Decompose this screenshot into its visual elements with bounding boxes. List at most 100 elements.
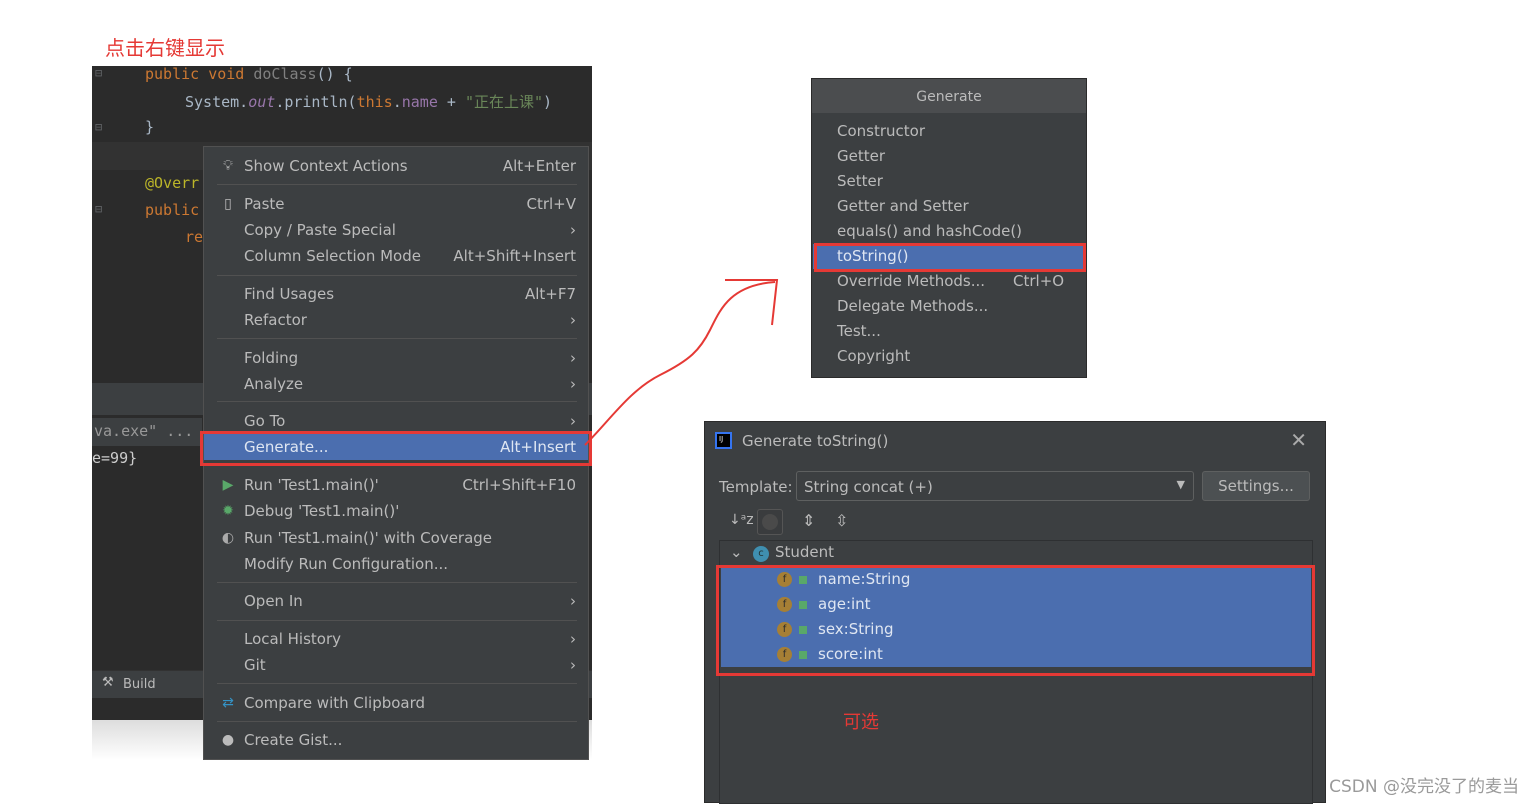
menu-label: Column Selection Mode bbox=[244, 247, 421, 265]
fold-icon[interactable]: ⊟ bbox=[95, 202, 102, 216]
chevron-down-icon[interactable]: ⌄ bbox=[730, 543, 743, 561]
show-classes-toggle[interactable] bbox=[757, 509, 783, 535]
generate-item-equals-hashcode[interactable]: equals() and hashCode() bbox=[813, 219, 1085, 244]
menu-item-show-context-actions[interactable]: 💡︎ Show Context Actions Alt+Enter bbox=[204, 153, 588, 179]
menu-label: Analyze bbox=[244, 375, 304, 393]
collapse-all-icon[interactable]: ⇳ bbox=[835, 511, 848, 530]
fold-icon[interactable]: ⊟ bbox=[95, 120, 102, 134]
watermark: CSDN @没完没了的麦当 bbox=[1329, 777, 1519, 797]
menu-item-refactor[interactable]: Refactor › bbox=[204, 307, 588, 333]
template-value: String concat (+) bbox=[804, 478, 933, 496]
generate-item-copyright[interactable]: Copyright bbox=[813, 344, 1085, 369]
menu-label: Run 'Test1.main()' with Coverage bbox=[244, 529, 493, 547]
menu-item-modify-run-configuration[interactable]: Modify Run Configuration... bbox=[204, 551, 588, 577]
menu-label: Create Gist... bbox=[244, 731, 343, 749]
menu-label: Compare with Clipboard bbox=[244, 694, 426, 712]
class-icon bbox=[762, 514, 778, 530]
class-name: Student bbox=[775, 543, 835, 561]
menu-item-run-with-coverage[interactable]: ◐ Run 'Test1.main()' with Coverage bbox=[204, 525, 588, 551]
menu-shortcut: Alt+F7 bbox=[524, 285, 576, 303]
code-line: @Overr bbox=[145, 174, 200, 192]
popup-title: Generate bbox=[812, 79, 1086, 113]
item-shortcut: Ctrl+O bbox=[1013, 272, 1065, 290]
menu-item-debug[interactable]: ✹ Debug 'Test1.main()' bbox=[204, 498, 588, 524]
fold-icon[interactable]: ⊟ bbox=[95, 66, 102, 80]
highlight-box bbox=[200, 431, 592, 466]
menu-item-open-in[interactable]: Open In › bbox=[204, 588, 588, 614]
menu-item-run[interactable]: ▶ Run 'Test1.main()' Ctrl+Shift+F10 bbox=[204, 472, 588, 498]
menu-label: Folding bbox=[244, 349, 299, 367]
generate-item-getter[interactable]: Getter bbox=[813, 144, 1085, 169]
menu-label: Debug 'Test1.main()' bbox=[244, 502, 400, 520]
chevron-right-icon: › bbox=[570, 592, 576, 610]
generate-item-test[interactable]: Test... bbox=[813, 319, 1085, 344]
menu-label: Local History bbox=[244, 630, 342, 648]
menu-item-column-selection-mode[interactable]: Column Selection Mode Alt+Shift+Insert bbox=[204, 243, 588, 269]
menu-item-find-usages[interactable]: Find Usages Alt+F7 bbox=[204, 281, 588, 307]
menu-label: Find Usages bbox=[244, 285, 335, 303]
generate-item-delegate-methods[interactable]: Delegate Methods... bbox=[813, 294, 1085, 319]
menu-shortcut: Ctrl+V bbox=[526, 195, 576, 213]
generate-item-override-methods[interactable]: Override Methods... Ctrl+O bbox=[813, 269, 1085, 294]
menu-item-local-history[interactable]: Local History › bbox=[204, 626, 588, 652]
menu-item-copy-paste-special[interactable]: Copy / Paste Special › bbox=[204, 217, 588, 243]
run-icon: ▶ bbox=[222, 477, 234, 493]
separator bbox=[217, 401, 577, 402]
template-dropdown[interactable]: String concat (+) ▼ bbox=[796, 471, 1194, 501]
chevron-right-icon: › bbox=[570, 656, 576, 674]
hammer-icon: ⚒ bbox=[102, 675, 114, 690]
highlight-box bbox=[814, 243, 1086, 272]
menu-label: Paste bbox=[244, 195, 285, 213]
console-output: e=99} bbox=[92, 449, 138, 467]
menu-item-compare-with-clipboard[interactable]: ⇄ Compare with Clipboard bbox=[204, 690, 588, 716]
menu-label: Git bbox=[244, 656, 266, 674]
optional-note: 可选 bbox=[843, 712, 879, 733]
right-click-note: 点击右键显示 bbox=[105, 36, 225, 60]
clipboard-icon: ▯ bbox=[224, 196, 232, 212]
menu-label: Show Context Actions bbox=[244, 157, 408, 175]
code-line: public void doClass() { bbox=[145, 66, 353, 83]
separator bbox=[217, 184, 577, 185]
close-icon[interactable]: ✕ bbox=[1290, 428, 1307, 452]
highlight-box bbox=[716, 565, 1315, 676]
template-label: Template: bbox=[719, 478, 793, 496]
menu-item-git[interactable]: Git › bbox=[204, 652, 588, 678]
separator bbox=[217, 620, 577, 621]
bulb-icon: 💡︎ bbox=[223, 158, 233, 174]
github-icon: ● bbox=[221, 732, 235, 748]
chevron-right-icon: › bbox=[570, 630, 576, 648]
menu-item-folding[interactable]: Folding › bbox=[204, 345, 588, 371]
settings-button[interactable]: Settings... bbox=[1202, 471, 1310, 501]
compare-icon: ⇄ bbox=[222, 695, 234, 711]
generate-item-setter[interactable]: Setter bbox=[813, 169, 1085, 194]
menu-label: Open In bbox=[244, 592, 303, 610]
menu-label: Copy / Paste Special bbox=[244, 221, 396, 239]
separator bbox=[217, 275, 577, 276]
code-line: System.out.println(this.name + "正在上课") bbox=[185, 93, 553, 111]
menu-label: Run 'Test1.main()' bbox=[244, 476, 379, 494]
console-command: va.exe" ... bbox=[94, 422, 194, 440]
debug-icon: ✹ bbox=[222, 503, 234, 519]
generate-item-getter-setter[interactable]: Getter and Setter bbox=[813, 194, 1085, 219]
separator bbox=[217, 721, 577, 722]
menu-item-analyze[interactable]: Analyze › bbox=[204, 371, 588, 397]
menu-item-paste[interactable]: ▯ Paste Ctrl+V bbox=[204, 191, 588, 217]
class-icon: c bbox=[753, 546, 769, 562]
separator bbox=[217, 338, 577, 339]
chevron-right-icon: › bbox=[570, 221, 576, 239]
menu-label: Modify Run Configuration... bbox=[244, 555, 449, 573]
intellij-logo-icon: IJ bbox=[715, 432, 732, 449]
separator bbox=[217, 683, 577, 684]
dialog-title: Generate toString() bbox=[742, 432, 889, 450]
item-label: Override Methods... bbox=[837, 272, 986, 290]
menu-item-create-gist[interactable]: ● Create Gist... bbox=[204, 727, 588, 753]
generate-item-constructor[interactable]: Constructor bbox=[813, 119, 1085, 144]
sort-alpha-icon[interactable]: ↓ᵃz bbox=[729, 512, 754, 528]
chevron-down-icon: ▼ bbox=[1176, 478, 1185, 491]
code-line: re bbox=[185, 228, 204, 246]
menu-label: Refactor bbox=[244, 311, 307, 329]
build-tab-label: Build bbox=[123, 677, 156, 692]
expand-all-icon[interactable]: ⇕ bbox=[802, 511, 815, 530]
code-line: } bbox=[145, 118, 155, 136]
menu-shortcut: Alt+Enter bbox=[502, 157, 576, 175]
